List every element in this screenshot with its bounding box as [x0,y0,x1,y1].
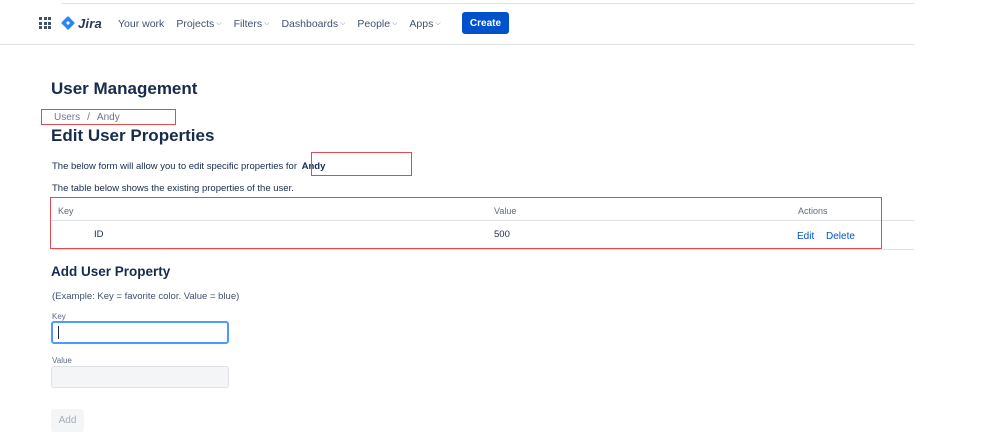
chevron-down-icon: ⌵ [216,20,222,27]
value-input[interactable] [51,366,229,388]
text-caret [58,326,59,339]
table-note: The table below shows the existing prope… [52,183,294,194]
user-name-highlight-box [311,152,412,176]
create-button[interactable]: Create [462,12,509,34]
app-switcher-grid-icon[interactable] [39,17,51,29]
value-label: Value [52,356,72,365]
breadcrumb-highlight-box [41,109,176,125]
nav-projects[interactable]: Projects ⌵ [176,18,221,30]
intro-text: The below form will allow you to edit sp… [52,161,325,172]
example-text: (Example: Key = favorite color. Value = … [52,291,240,302]
key-label: Key [52,312,66,321]
chevron-down-icon: ⌵ [340,20,346,27]
nav-items: Your work Projects ⌵ Filters ⌵ Dashboards ⌵… [118,14,453,34]
nav-dashboards[interactable]: Dashboards ⌵ [281,18,345,30]
chevron-down-icon: ⌵ [435,20,441,27]
intro-sentence: The below form will allow you to edit sp… [52,161,297,172]
nav-people[interactable]: People ⌵ [357,18,397,30]
key-input[interactable] [51,321,229,344]
jira-logo[interactable]: Jira [61,13,102,33]
jira-logo-text: Jira [78,15,102,31]
add-property-title: Add User Property [51,264,171,279]
chevron-down-icon: ⌵ [264,20,270,27]
add-button[interactable]: Add [51,409,84,432]
nav-filters[interactable]: Filters ⌵ [234,18,270,30]
table-highlight-box [50,197,882,249]
section-title: Edit User Properties [51,126,215,145]
nav-your-work[interactable]: Your work [118,18,164,30]
chevron-down-icon: ⌵ [392,20,398,27]
page-title: User Management [51,79,198,98]
jira-logo-icon [61,16,75,30]
nav-apps[interactable]: Apps ⌵ [409,18,440,30]
top-navigation: Jira Your work Projects ⌵ Filters ⌵ Dashbo… [0,4,914,45]
